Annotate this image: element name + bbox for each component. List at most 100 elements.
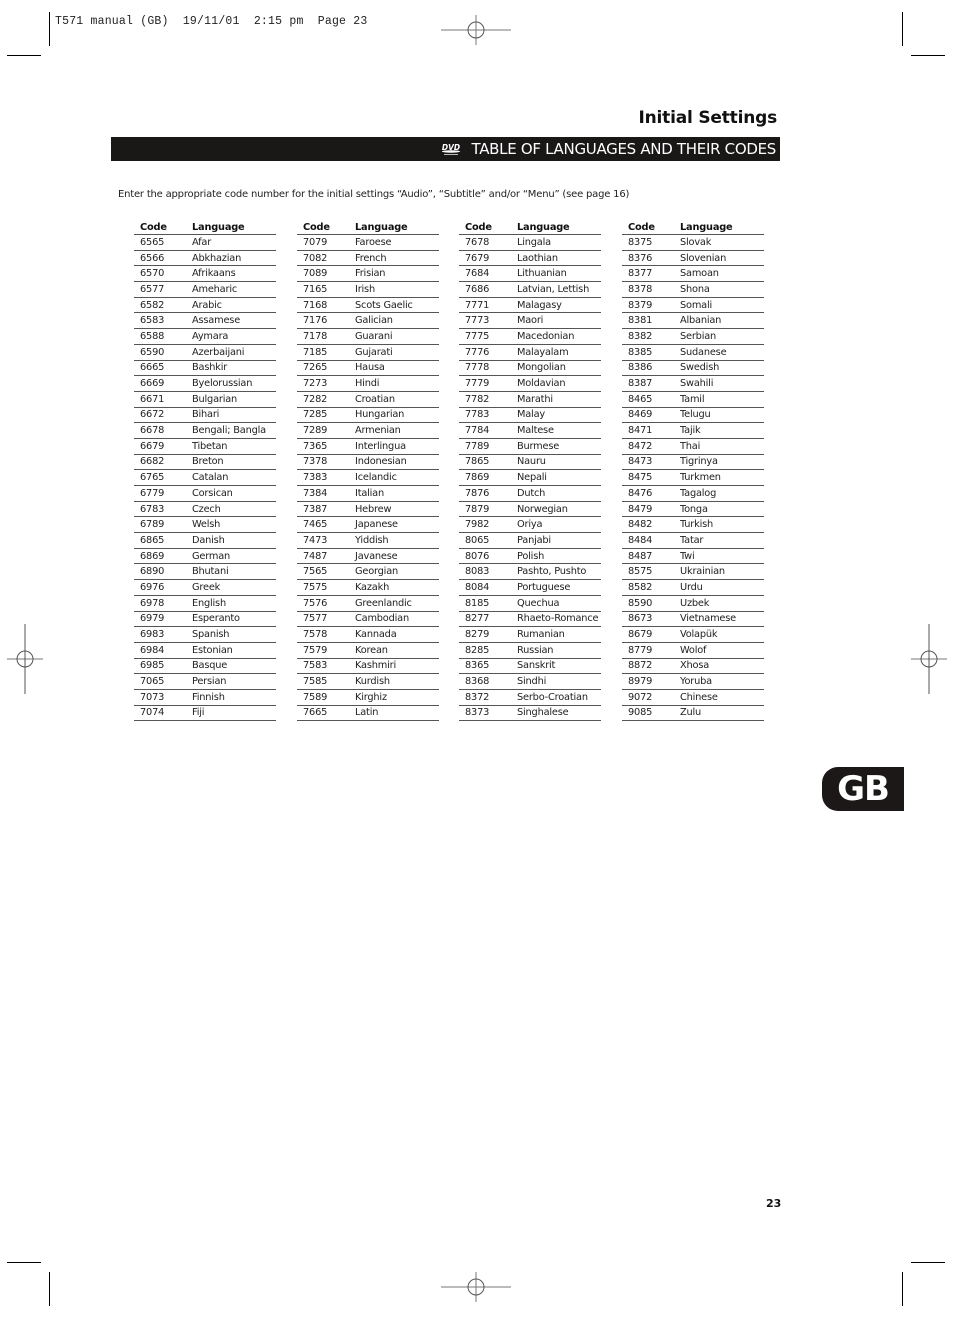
table-row: 7783 Malay: [459, 407, 601, 424]
registration-mark-icon: [7, 624, 43, 694]
language-code: 8378: [622, 281, 674, 298]
column-header-language: Language: [674, 220, 764, 235]
language-name: Marathi: [511, 391, 601, 408]
language-name: Burmese: [511, 438, 601, 455]
language-code: 7775: [459, 328, 511, 345]
language-name: Icelandic: [349, 469, 439, 486]
language-name: Oriya: [511, 516, 601, 534]
language-code: 9072: [622, 689, 674, 706]
table-row: 8471 Tajik: [622, 422, 764, 439]
language-code: 9085: [622, 705, 674, 722]
table-row: 8484 Tatar: [622, 532, 764, 549]
language-code: 8279: [459, 626, 511, 643]
language-name: Slovak: [674, 234, 764, 251]
language-code: 6978: [134, 595, 186, 612]
language-name: German: [186, 548, 276, 565]
language-code: 6869: [134, 548, 186, 565]
language-name: Irish: [349, 281, 439, 298]
table-row: 8378 Shona: [622, 281, 764, 298]
table-row: 7583 Kashmiri: [297, 658, 439, 675]
language-code: 8376: [622, 250, 674, 267]
table-row: 7074 Fiji: [134, 705, 276, 722]
table-row: 7073 Finnish: [134, 689, 276, 706]
language-name: Polish: [511, 548, 601, 565]
language-name: Vietnamese: [674, 611, 764, 628]
table-row: 8065 Panjabi: [459, 532, 601, 549]
language-name: Javanese: [349, 548, 439, 565]
language-code: 6984: [134, 642, 186, 659]
table-row: 6665 Bashkir: [134, 360, 276, 377]
language-code: 7776: [459, 344, 511, 361]
language-code: 7576: [297, 595, 349, 612]
language-code: 7585: [297, 673, 349, 690]
language-code: 7789: [459, 438, 511, 455]
crop-mark: [911, 55, 945, 56]
language-code: 8377: [622, 265, 674, 283]
language-name: Thai: [674, 438, 764, 455]
language-code: 8373: [459, 705, 511, 722]
language-code: 6582: [134, 297, 186, 314]
section-title: Initial Settings: [638, 108, 778, 128]
table-row: 8185 Quechua: [459, 595, 601, 612]
language-code: 7686: [459, 281, 511, 298]
language-name: Quechua: [511, 595, 601, 612]
table-row: 6765 Catalan: [134, 469, 276, 486]
language-code: 7684: [459, 265, 511, 283]
dvd-video-logo-icon: DVD: [441, 143, 460, 155]
table-row: 8979 Yoruba: [622, 673, 764, 690]
table-row: 7289 Armenian: [297, 422, 439, 439]
language-name: Malay: [511, 407, 601, 424]
language-code: 8465: [622, 391, 674, 408]
table-row: 9072 Chinese: [622, 689, 764, 706]
language-code: 8575: [622, 563, 674, 581]
language-code: 8372: [459, 689, 511, 706]
language-code: 7487: [297, 548, 349, 565]
language-code: 7473: [297, 532, 349, 549]
table-row: 7865 Nauru: [459, 454, 601, 471]
language-code: 8382: [622, 328, 674, 345]
language-name: Urdu: [674, 579, 764, 596]
language-name: Estonian: [186, 642, 276, 659]
print-slug-line: T571 manual (GB) 19/11/01 2:15 pm Page 2…: [55, 15, 368, 28]
language-name: Singhalese: [511, 705, 601, 722]
language-name: Nauru: [511, 454, 601, 471]
language-name: Georgian: [349, 563, 439, 581]
table-row: 8373 Singhalese: [459, 705, 601, 722]
table-row: 8277 Rhaeto-Romance: [459, 611, 601, 628]
language-code: 8185: [459, 595, 511, 612]
language-name: Lingala: [511, 234, 601, 251]
table-row: 7678 Lingala: [459, 234, 601, 251]
language-code: 7578: [297, 626, 349, 643]
table-row: 8368 Sindhi: [459, 673, 601, 690]
language-name: Yoruba: [674, 673, 764, 690]
column-header-language: Language: [186, 220, 276, 235]
table-row: 7679 Laothian: [459, 250, 601, 267]
language-name: Xhosa: [674, 658, 764, 675]
language-code: 6682: [134, 454, 186, 471]
table-row: 7575 Kazakh: [297, 579, 439, 596]
language-name: Tamil: [674, 391, 764, 408]
language-name: Danish: [186, 532, 276, 549]
language-code: 6588: [134, 328, 186, 345]
language-name: Abkhazian: [186, 250, 276, 267]
language-code: 7771: [459, 297, 511, 314]
language-code: 6590: [134, 344, 186, 361]
table-row: 6671 Bulgarian: [134, 391, 276, 408]
language-name: Tibetan: [186, 438, 276, 455]
table-row: 7168 Scots Gaelic: [297, 297, 439, 314]
table-row: 7579 Korean: [297, 642, 439, 659]
language-name: Azerbaijani: [186, 344, 276, 361]
language-code: 7879: [459, 501, 511, 518]
language-code: 7074: [134, 705, 186, 722]
language-name: Hindi: [349, 375, 439, 392]
table-row: 8673 Vietnamese: [622, 611, 764, 628]
language-name: Korean: [349, 642, 439, 659]
table-row: 8376 Slovenian: [622, 250, 764, 267]
language-name: Japanese: [349, 516, 439, 534]
table-row: 8076 Polish: [459, 548, 601, 565]
language-code: 7982: [459, 516, 511, 534]
language-name: Sindhi: [511, 673, 601, 690]
table-header-row: Code Language: [622, 220, 764, 235]
table-row: 7879 Norwegian: [459, 501, 601, 518]
table-row: 6984 Estonian: [134, 642, 276, 659]
